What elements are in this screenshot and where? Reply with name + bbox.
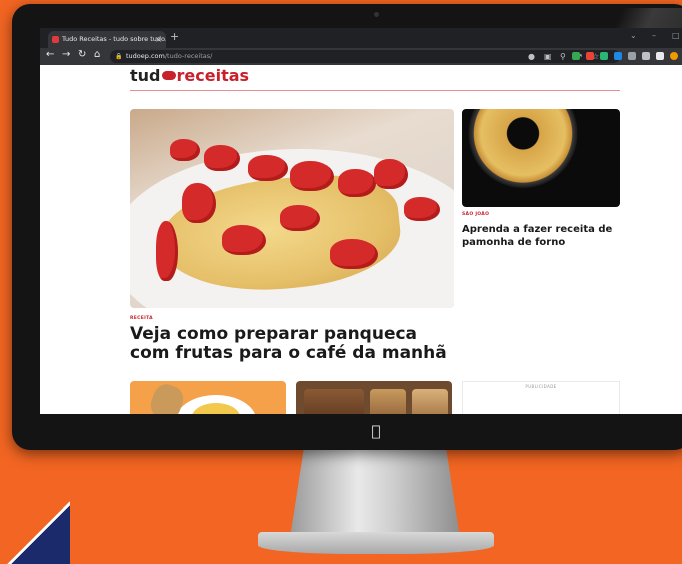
install-app-icon[interactable]: ▣ <box>544 50 552 63</box>
site-logo[interactable]: tud receitas <box>130 66 249 85</box>
cake-slice <box>412 389 448 414</box>
strawberry <box>182 183 216 223</box>
strawberry <box>222 225 266 255</box>
profile-avatar[interactable] <box>670 52 678 60</box>
webcam <box>374 12 379 17</box>
extensions-puzzle-icon[interactable] <box>642 52 650 60</box>
forward-arrow-icon[interactable]: → <box>62 49 70 60</box>
monitor-stand-base <box>258 532 494 554</box>
tab-favicon-icon <box>52 36 59 43</box>
tab-title: Tudo Receitas - tudo sobre tudo. <box>62 35 166 43</box>
tab-search-icon[interactable]: ⌄ <box>630 31 637 40</box>
location-pin-icon[interactable]: ● <box>528 50 535 63</box>
strawberry <box>280 205 320 231</box>
browser-tab-active[interactable]: Tudo Receitas - tudo sobre tudo. × <box>48 31 166 48</box>
home-icon[interactable]: ⌂ <box>94 49 100 60</box>
extension-grid-icon[interactable] <box>628 52 636 60</box>
url-path: /tudo-receitas/ <box>164 52 213 60</box>
tab-close-icon[interactable]: × <box>155 31 162 48</box>
reload-icon[interactable]: ↻ <box>78 49 86 60</box>
logo-text-receitas: receitas <box>176 66 250 85</box>
cake-slice <box>370 389 406 414</box>
side-panel-icon[interactable] <box>656 52 664 60</box>
hero-headline[interactable]: Veja como preparar panqueca com frutas p… <box>130 325 450 363</box>
monitor-stand <box>290 450 460 538</box>
url-host: tudoep.com <box>126 52 165 60</box>
side-headline[interactable]: Aprenda a fazer receita de pamonha de fo… <box>462 223 618 249</box>
corner-accent <box>0 494 70 564</box>
ad-label: PUBLICIDADE <box>525 384 557 389</box>
strawberry <box>156 221 178 281</box>
side-image-pamonha[interactable] <box>462 109 620 207</box>
lock-icon: 🔒 <box>115 53 123 60</box>
header-divider <box>130 90 620 91</box>
zoom-icon[interactable]: ⚲ <box>560 50 566 63</box>
new-tab-button[interactable]: + <box>170 30 179 43</box>
monitor-screen: Tudo Receitas - tudo sobre tudo. × + ⌄ –… <box>40 28 682 414</box>
strawberry <box>170 139 200 161</box>
strawberry <box>404 197 440 221</box>
advertisement-slot[interactable]: PUBLICIDADE <box>462 381 620 414</box>
bundt-cake <box>468 109 578 201</box>
hero-image-pancake[interactable] <box>130 109 454 308</box>
browser-toolbar: ← → ↻ ⌂ 🔒 tudoep.com/tudo-receitas/ ● ▣ … <box>40 48 682 65</box>
extension-shield-icon[interactable] <box>600 52 608 60</box>
logo-text-tud: tud <box>130 66 161 85</box>
extension-pdf-icon[interactable] <box>586 52 594 60</box>
apple-logo-icon:  <box>368 422 384 440</box>
cake-slice <box>304 389 364 414</box>
card-image-cake-slices[interactable] <box>296 381 452 414</box>
strawberry <box>248 155 288 181</box>
extension-green-icon[interactable] <box>572 52 580 60</box>
strawberry <box>204 145 240 171</box>
address-bar[interactable]: 🔒 tudoep.com/tudo-receitas/ ● ▣ ⚲ ↗ ☆ <box>110 50 620 63</box>
browser-tab-strip: Tudo Receitas - tudo sobre tudo. × + ⌄ –… <box>40 28 682 48</box>
strawberry <box>374 159 408 189</box>
strawberry <box>338 169 376 197</box>
maximize-icon[interactable]: □ <box>672 31 680 40</box>
side-category[interactable]: SÃO JOÃO <box>462 212 489 217</box>
strawberry <box>330 239 378 269</box>
minimize-icon[interactable]: – <box>652 31 656 40</box>
hero-category[interactable]: RECEITA <box>130 316 153 321</box>
back-arrow-icon[interactable]: ← <box>46 49 54 60</box>
logo-o-mark <box>161 71 176 80</box>
strawberry <box>290 161 334 191</box>
card-image-soup[interactable] <box>130 381 286 414</box>
extension-blue-icon[interactable] <box>614 52 622 60</box>
